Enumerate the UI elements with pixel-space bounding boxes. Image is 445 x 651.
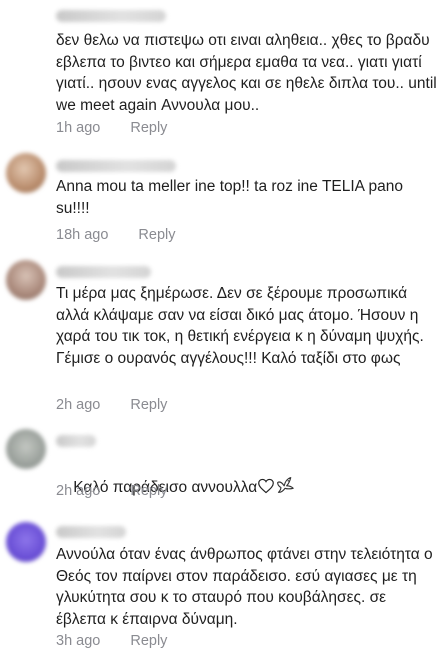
avatar[interactable] [6, 153, 46, 193]
username[interactable] [56, 435, 96, 447]
username[interactable] [56, 526, 126, 538]
comment-meta: 18h ago Reply [56, 227, 176, 243]
reply-button[interactable]: Reply [138, 227, 175, 243]
comment-meta: 1h ago Reply [56, 120, 167, 136]
reply-button[interactable]: Reply [130, 120, 167, 136]
comment-item: Anna mou ta meller ine top!! ta roz ine … [0, 145, 445, 250]
comment-time: 2h ago [56, 483, 101, 499]
comment-time: 2h ago [56, 397, 101, 413]
reply-button[interactable]: Reply [130, 483, 167, 499]
avatar[interactable] [6, 429, 46, 469]
comment-text: Αννούλα όταν ένας άνθρωπος φτάνει στην τ… [56, 546, 437, 628]
comment-item: Τι μέρα μας ξημέρωσε. Δεν σε ξέρουμε προ… [0, 250, 445, 425]
comment-item: Καλό παράδεισο αννουλλα 2h ago Reply [0, 425, 445, 510]
avatar[interactable] [6, 522, 46, 562]
reply-button[interactable]: Reply [130, 397, 167, 413]
comment-time: 18h ago [56, 227, 109, 243]
comment-meta: 3h ago Reply [56, 633, 167, 649]
comment-meta: 2h ago Reply [56, 397, 167, 413]
username[interactable] [56, 266, 151, 278]
reply-button[interactable]: Reply [130, 633, 167, 649]
comment-text: Anna mou ta meller ine top!! ta roz ine … [56, 178, 408, 217]
avatar[interactable] [6, 260, 46, 300]
username[interactable] [56, 10, 166, 22]
dove-emoji-icon [277, 476, 295, 493]
white-heart-emoji-icon [258, 478, 275, 493]
comment-meta: 2h ago Reply [56, 483, 167, 499]
username[interactable] [56, 160, 176, 172]
comment-item: Αννούλα όταν ένας άνθρωπος φτάνει στην τ… [0, 510, 445, 651]
comment-time: 3h ago [56, 633, 101, 649]
comment-text: δεν θελω να πιστεψω οτι ειναι αληθεια.. … [56, 32, 442, 114]
comment-time: 1h ago [56, 120, 101, 136]
comment-text: Τι μέρα μας ξημέρωσε. Δεν σε ξέρουμε προ… [56, 285, 429, 367]
comment-item: δεν θελω να πιστεψω οτι ειναι αληθεια.. … [0, 0, 445, 145]
